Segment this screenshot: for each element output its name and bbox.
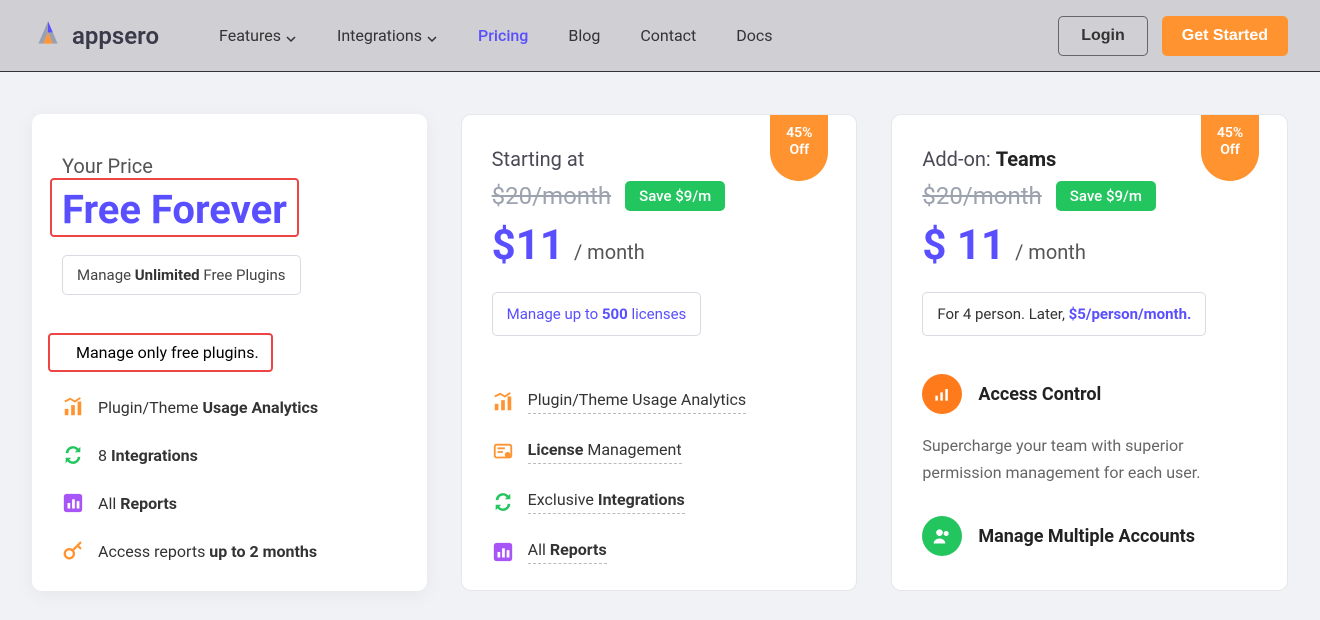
highlight-free-title: Free Forever xyxy=(50,178,299,237)
access-control-head: Access Control xyxy=(922,374,1257,414)
header: appsero Features Integrations Pricing Bl… xyxy=(0,0,1320,72)
chevron-down-icon xyxy=(426,30,438,42)
feat-free-plugins: Manage only free plugins. xyxy=(76,343,259,362)
users-icon xyxy=(922,516,962,556)
free-features: Manage only free plugins. Plugin/Theme U… xyxy=(62,333,397,562)
discount-pct: 45% xyxy=(1201,125,1259,142)
manage-multiple-title: Manage Multiple Accounts xyxy=(978,526,1195,547)
feat-all-reports: All Reports xyxy=(492,540,827,564)
feat-integrations-text: 8 Integrations xyxy=(98,446,198,465)
free-forever-title: Free Forever xyxy=(62,186,287,233)
team-box: For 4 person. Later, $5/person/month. xyxy=(922,292,1206,336)
login-button[interactable]: Login xyxy=(1058,16,1148,56)
strike-price: $20/month xyxy=(922,182,1041,210)
chart-icon xyxy=(62,396,84,418)
feat-reports-text: All Reports xyxy=(98,494,177,513)
nav-features[interactable]: Features xyxy=(219,26,297,45)
discount-ribbon: 45% Off xyxy=(1201,115,1259,181)
free-pill-pre: Manage xyxy=(77,266,135,284)
pricing-grid: Your Price Free Forever Manage Unlimited… xyxy=(0,72,1320,591)
discount-ribbon: 45% Off xyxy=(770,115,828,181)
feat-report-retention: Access reports up to 2 months xyxy=(62,540,397,562)
feat-usage-analytics: Plugin/Theme Usage Analytics xyxy=(62,396,397,418)
access-control-title: Access Control xyxy=(978,384,1101,405)
bar-chart-icon xyxy=(62,492,84,514)
logo[interactable]: appsero xyxy=(32,18,159,54)
feat-usage-analytics-text: Plugin/Theme Usage Analytics xyxy=(528,390,746,414)
strike-price: $20/month xyxy=(492,182,611,210)
header-actions: Login Get Started xyxy=(1058,16,1288,56)
sync-icon xyxy=(492,491,514,513)
free-pill: Manage Unlimited Free Plugins xyxy=(62,255,301,295)
free-pill-bold: Unlimited xyxy=(135,266,200,284)
key-icon xyxy=(62,540,84,562)
access-control-desc: Supercharge your team with superior perm… xyxy=(922,432,1257,486)
feat-license-mgmt: License Management xyxy=(492,440,827,464)
feat-report-retention-text: Access reports up to 2 months xyxy=(98,542,317,561)
price-row: $11 / month xyxy=(492,221,827,270)
sync-icon xyxy=(62,444,84,466)
access-control-icon xyxy=(922,374,962,414)
your-price-label: Your Price xyxy=(62,154,397,178)
nav: Features Integrations Pricing Blog Conta… xyxy=(219,26,1058,45)
license-icon xyxy=(492,441,514,463)
price-unit: / month xyxy=(574,240,645,264)
nav-integrations[interactable]: Integrations xyxy=(337,26,438,45)
discount-pct: 45% xyxy=(770,125,828,142)
chart-icon xyxy=(492,391,514,413)
logo-text: appsero xyxy=(72,22,159,50)
get-started-button[interactable]: Get Started xyxy=(1162,16,1288,56)
bar-chart-icon xyxy=(492,541,514,563)
save-badge: Save $9/m xyxy=(1056,181,1156,211)
standard-features: Plugin/Theme Usage Analytics License Man… xyxy=(492,390,827,564)
logo-icon xyxy=(32,18,64,54)
nav-docs-label: Docs xyxy=(736,26,772,45)
chevron-down-icon xyxy=(285,30,297,42)
nav-blog[interactable]: Blog xyxy=(568,26,600,45)
license-box: Manage up to 500 licenses xyxy=(492,292,702,336)
price-row: $ 11 / month xyxy=(922,221,1257,270)
nav-pricing[interactable]: Pricing xyxy=(478,26,528,45)
feat-exclusive-integrations-text: Exclusive Integrations xyxy=(528,490,685,514)
discount-off: Off xyxy=(1201,142,1259,159)
save-badge: Save $9/m xyxy=(625,181,725,211)
nav-contact[interactable]: Contact xyxy=(640,26,696,45)
teams-features: Access Control Supercharge your team wit… xyxy=(922,374,1257,556)
price-amount: $11 xyxy=(492,221,564,270)
feat-exclusive-integrations: Exclusive Integrations xyxy=(492,490,827,514)
feat-all-reports-text: All Reports xyxy=(528,540,607,564)
pricing-card-teams: 45% Off Add-on: Teams $20/month Save $9/… xyxy=(891,114,1288,591)
feat-license-mgmt-text: License Management xyxy=(528,440,682,464)
feat-usage-analytics-text: Plugin/Theme Usage Analytics xyxy=(98,398,318,417)
nav-contact-label: Contact xyxy=(640,26,696,45)
discount-off: Off xyxy=(770,142,828,159)
nav-pricing-label: Pricing xyxy=(478,26,528,45)
price-unit: / month xyxy=(1015,240,1086,264)
feat-reports: All Reports xyxy=(62,492,397,514)
pricing-card-free: Your Price Free Forever Manage Unlimited… xyxy=(32,114,427,591)
pricing-card-standard: 45% Off Starting at $20/month Save $9/m … xyxy=(461,114,858,591)
nav-docs[interactable]: Docs xyxy=(736,26,772,45)
price-amount: $ 11 xyxy=(922,221,1005,270)
price-strike-row: $20/month Save $9/m xyxy=(922,181,1257,211)
highlight-free-plugins: Manage only free plugins. xyxy=(48,333,273,372)
nav-integrations-label: Integrations xyxy=(337,26,422,45)
manage-multiple-head: Manage Multiple Accounts xyxy=(922,516,1257,556)
feat-usage-analytics: Plugin/Theme Usage Analytics xyxy=(492,390,827,414)
feat-integrations: 8 Integrations xyxy=(62,444,397,466)
nav-blog-label: Blog xyxy=(568,26,600,45)
free-pill-post: Free Plugins xyxy=(200,266,286,284)
nav-features-label: Features xyxy=(219,26,281,45)
price-strike-row: $20/month Save $9/m xyxy=(492,181,827,211)
